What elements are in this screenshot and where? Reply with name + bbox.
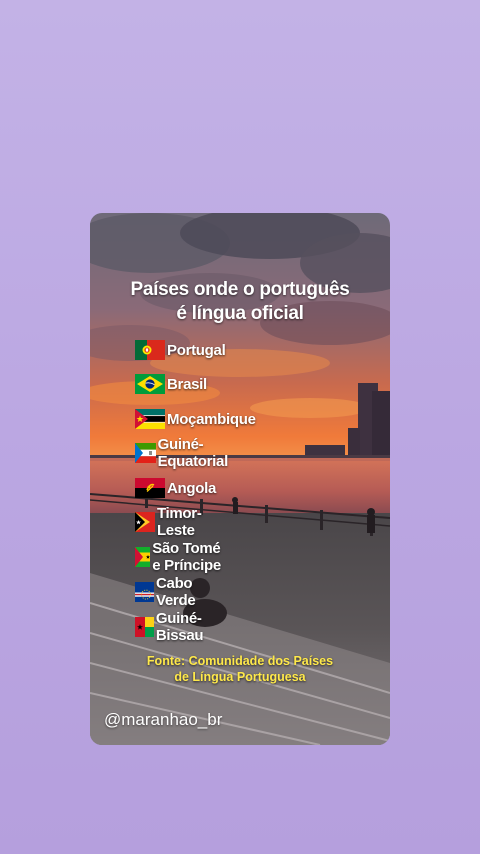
list-item: Guiné-Equatorial [135, 436, 237, 470]
angola-flag-icon [135, 478, 165, 498]
timor-leste-flag-icon [135, 512, 155, 532]
list-item: Cabo Verde [135, 575, 206, 609]
list-item: Portugal [135, 340, 226, 360]
sao-tome-flag-icon [135, 547, 151, 567]
country-name: Moçambique [167, 410, 256, 428]
title-line-2: é língua oficial [176, 303, 304, 324]
mozambique-flag-icon [135, 409, 165, 429]
post-title: Países onde o português é língua oficial [0, 278, 480, 326]
source-line-1: Fonte: Comunidade dos Países [146, 654, 334, 668]
country-name: Brasil [167, 375, 207, 393]
brazil-flag-icon [135, 374, 165, 394]
cape-verde-flag-icon [135, 582, 154, 602]
list-item: Moçambique [135, 409, 256, 429]
title-line-1: Países onde o português [130, 279, 350, 300]
country-name: Guiné-Equatorial [157, 436, 229, 470]
list-item: Guiné-Bissau [135, 610, 214, 644]
country-name: Cabo Verde [156, 575, 196, 609]
country-name: Guiné-Bissau [155, 610, 204, 644]
portugal-flag-icon [135, 340, 165, 360]
country-name: Portugal [167, 341, 226, 359]
list-item: Brasil [135, 374, 207, 394]
equatorial-guinea-flag-icon [135, 443, 156, 463]
list-item: Timor-Leste [135, 505, 212, 539]
list-item: São Tomé e Príncipe [135, 540, 224, 574]
country-name: São Tomé e Príncipe [152, 540, 221, 574]
country-name: Angola [167, 479, 217, 497]
guinea-bissau-flag-icon [135, 617, 154, 637]
account-handle[interactable]: @maranhao_br [104, 710, 222, 730]
source-caption: Fonte: Comunidade dos Países de Língua P… [0, 653, 480, 685]
list-item: Angola [135, 478, 216, 498]
country-name: Timor-Leste [156, 505, 202, 539]
source-line-2: de Língua Portuguesa [174, 670, 306, 684]
